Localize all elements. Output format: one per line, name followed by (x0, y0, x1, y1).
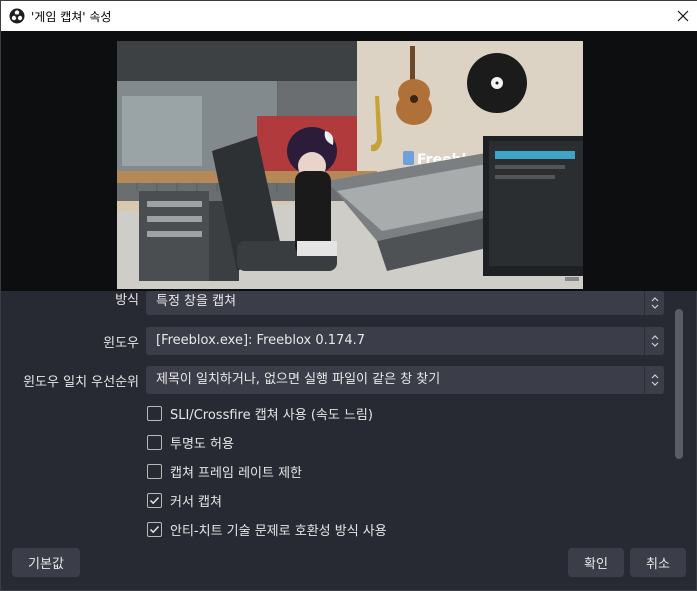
checkmark-icon (149, 496, 160, 504)
checkmark-icon (149, 525, 160, 533)
game-capture-preview: Freeblox (117, 41, 583, 289)
mode-select[interactable]: 특정 창을 캡쳐 (146, 291, 664, 315)
priority-select[interactable]: 제목이 일치하거나, 없으면 실행 파일이 같은 창 찾기 (146, 366, 664, 394)
title-bar: '게임 캡쳐' 속성 (1, 1, 697, 31)
updown-chevron-icon (644, 366, 664, 394)
checkbox-anticheat-compat[interactable]: 안티-치트 기술 문제로 호환성 방식 사용 (147, 520, 387, 539)
checkbox-box[interactable] (147, 463, 162, 479)
window-title: '게임 캡쳐' 속성 (31, 10, 112, 24)
updown-chevron-icon (644, 327, 664, 355)
defaults-button[interactable]: 기본값 (12, 548, 80, 577)
checkbox-label: 안티-치트 기술 문제로 호환성 방식 사용 (170, 523, 387, 539)
form-scrollbar[interactable] (673, 301, 685, 461)
close-button[interactable] (668, 1, 697, 31)
ok-button[interactable]: 확인 (568, 548, 624, 577)
close-icon (677, 10, 689, 22)
window-select[interactable]: [Freeblox.exe]: Freeblox 0.174.7 (146, 327, 664, 355)
checkbox-sli-crossfire[interactable]: SLI/Crossfire 캡쳐 사용 (속도 느림) (147, 404, 373, 423)
checkbox-label: SLI/Crossfire 캡쳐 사용 (속도 느림) (170, 407, 373, 423)
checkbox-allow-transparency[interactable]: 투명도 허용 (147, 433, 234, 452)
checkbox-label: 커서 캡쳐 (170, 494, 222, 510)
cancel-button[interactable]: 취소 (630, 548, 686, 577)
checkbox-box[interactable] (147, 405, 162, 421)
checkbox-limit-framerate[interactable]: 캡쳐 프레임 레이트 제한 (147, 462, 302, 481)
checkbox-box[interactable] (147, 492, 162, 508)
checkbox-capture-cursor[interactable]: 커서 캡쳐 (147, 491, 222, 510)
priority-select-value: 제목이 일치하거나, 없으면 실행 파일이 같은 창 찾기 (156, 372, 441, 387)
scrollbar-thumb[interactable] (675, 309, 683, 459)
updown-chevron-icon (644, 291, 664, 315)
checkbox-box[interactable] (147, 434, 162, 450)
window-select-value: [Freeblox.exe]: Freeblox 0.174.7 (156, 333, 365, 348)
mode-label: 방식 (115, 293, 139, 308)
obs-logo-icon (9, 8, 25, 24)
checkbox-box[interactable] (147, 521, 162, 537)
properties-dialog: '게임 캡쳐' 속성 방식 특정 창을 캡쳐 윈도우 [Freeblox.exe… (0, 0, 697, 591)
checkbox-label: 캡쳐 프레임 레이트 제한 (170, 465, 302, 481)
window-label: 윈도우 (103, 336, 139, 351)
checkbox-label: 투명도 허용 (170, 436, 234, 452)
mode-select-value: 특정 창을 캡쳐 (156, 294, 237, 309)
priority-label: 윈도우 일치 우선순위 (23, 375, 139, 390)
